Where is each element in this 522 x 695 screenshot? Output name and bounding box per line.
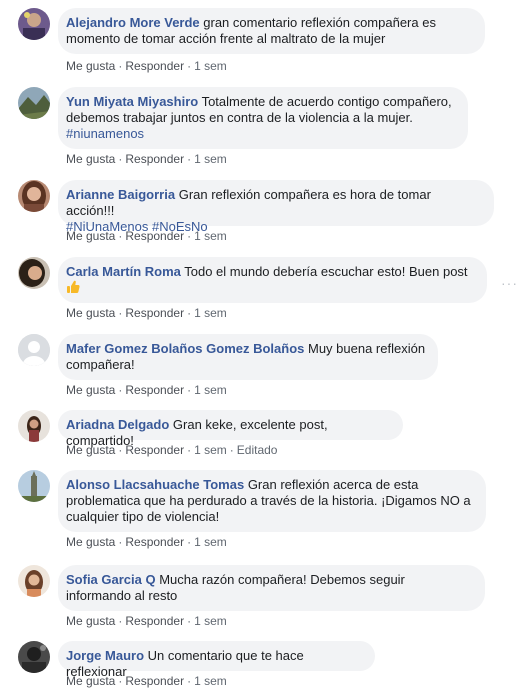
comment-author[interactable]: Alonso Llacsahuache Tomas	[66, 477, 244, 492]
comment-author[interactable]: Yun Miyata Miyashiro	[66, 94, 198, 109]
comment-bubble: Yun Miyata Miyashiro Totalmente de acuer…	[58, 87, 468, 149]
comment-actions: Me gusta · Responder · 1 sem	[66, 228, 227, 244]
like-link[interactable]: Me gusta	[66, 306, 115, 320]
like-link[interactable]: Me gusta	[66, 383, 115, 397]
separator-dot: ·	[187, 443, 192, 457]
reply-link[interactable]: Responder	[125, 674, 184, 688]
avatar[interactable]	[18, 470, 50, 502]
comment-timestamp[interactable]: 1 sem	[194, 383, 227, 397]
like-link[interactable]: Me gusta	[66, 614, 115, 628]
comment-timestamp[interactable]: 1 sem	[194, 674, 227, 688]
avatar[interactable]	[18, 641, 50, 673]
separator-dot: ·	[118, 443, 123, 457]
like-link[interactable]: Me gusta	[66, 152, 115, 166]
comment-bubble: Mafer Gomez Bolaños Gomez Bolaños Muy bu…	[58, 334, 438, 380]
avatar[interactable]	[18, 410, 50, 442]
separator-dot: ·	[187, 535, 192, 549]
comment-timestamp[interactable]: 1 sem	[194, 614, 227, 628]
more-options-icon[interactable]: ···	[501, 275, 518, 291]
like-link[interactable]: Me gusta	[66, 229, 115, 243]
reply-link[interactable]: Responder	[125, 614, 184, 628]
avatar[interactable]	[18, 87, 50, 119]
comment-bubble: Alejandro More Verde gran comentario ref…	[58, 8, 485, 54]
comment-hashtag[interactable]: #niunamenos	[66, 126, 144, 141]
edited-label: Editado	[236, 443, 278, 457]
separator-dot: ·	[187, 229, 192, 243]
comment-text: Todo el mundo debería escuchar esto! Bue…	[180, 264, 468, 279]
separator-dot: ·	[118, 674, 123, 688]
avatar[interactable]	[18, 565, 50, 597]
comment-actions: Me gusta · Responder · 1 sem	[66, 58, 227, 74]
reply-link[interactable]: Responder	[125, 383, 184, 397]
thumbs-up-icon	[66, 280, 80, 294]
comment-bubble: Arianne Baigorria Gran reflexión compañe…	[58, 180, 494, 234]
comment-bubble: Sofia Garcia Q Mucha razón compañera! De…	[58, 565, 485, 611]
comment-author[interactable]: Carla Martín Roma	[66, 264, 181, 279]
like-link[interactable]: Me gusta	[66, 59, 115, 73]
comment-actions: Me gusta · Responder · 1 sem	[66, 305, 227, 321]
separator-dot: ·	[118, 59, 123, 73]
like-link[interactable]: Me gusta	[66, 535, 115, 549]
comment-actions: Me gusta · Responder · 1 sem	[66, 151, 227, 167]
separator-dot: ·	[187, 674, 192, 688]
comment-actions: Me gusta · Responder · 1 sem · Editado	[66, 442, 277, 458]
avatar[interactable]	[18, 334, 50, 366]
separator-dot: ·	[118, 229, 123, 243]
separator-dot: ·	[118, 614, 123, 628]
separator-dot: ·	[118, 152, 123, 166]
comment-bubble: Jorge Mauro Un comentario que te hace re…	[58, 641, 375, 679]
avatar[interactable]	[18, 180, 50, 212]
avatar[interactable]	[18, 257, 50, 289]
comment-timestamp[interactable]: 1 sem	[194, 59, 227, 73]
comment-author[interactable]: Arianne Baigorria	[66, 187, 175, 202]
like-link[interactable]: Me gusta	[66, 443, 115, 457]
separator-dot: ·	[187, 59, 192, 73]
reply-link[interactable]: Responder	[125, 152, 184, 166]
comment-actions: Me gusta · Responder · 1 sem	[66, 382, 227, 398]
comment-timestamp[interactable]: 1 sem	[194, 229, 227, 243]
separator-dot: ·	[187, 383, 192, 397]
comment-timestamp[interactable]: 1 sem	[194, 443, 227, 457]
reply-link[interactable]: Responder	[125, 306, 184, 320]
comment-actions: Me gusta · Responder · 1 sem	[66, 613, 227, 629]
comment-bubble: Carla Martín Roma Todo el mundo debería …	[58, 257, 487, 303]
comment-actions: Me gusta · Responder · 1 sem	[66, 534, 227, 550]
comment-author[interactable]: Alejandro More Verde	[66, 15, 200, 30]
reply-link[interactable]: Responder	[125, 535, 184, 549]
separator-dot: ·	[118, 306, 123, 320]
avatar[interactable]	[18, 8, 50, 40]
reply-link[interactable]: Responder	[125, 443, 184, 457]
separator-dot: ·	[187, 614, 192, 628]
comment-timestamp[interactable]: 1 sem	[194, 152, 227, 166]
comment-author[interactable]: Jorge Mauro	[66, 648, 144, 663]
comment-author[interactable]: Mafer Gomez Bolaños Gomez Bolaños	[66, 341, 304, 356]
separator-dot: ·	[118, 383, 123, 397]
reply-link[interactable]: Responder	[125, 229, 184, 243]
comment-actions: Me gusta · Responder · 1 sem	[66, 673, 227, 689]
separator-dot: ·	[118, 535, 123, 549]
separator-dot: ·	[187, 152, 192, 166]
comment-author[interactable]: Sofia Garcia Q	[66, 572, 156, 587]
comment-timestamp[interactable]: 1 sem	[194, 535, 227, 549]
comment-timestamp[interactable]: 1 sem	[194, 306, 227, 320]
separator-dot: ·	[229, 443, 234, 457]
comment-bubble: Alonso Llacsahuache Tomas Gran reflexión…	[58, 470, 486, 532]
comment-bubble: Ariadna Delgado Gran keke, excelente pos…	[58, 410, 403, 448]
separator-dot: ·	[187, 306, 192, 320]
comment-author[interactable]: Ariadna Delgado	[66, 417, 169, 432]
reply-link[interactable]: Responder	[125, 59, 184, 73]
like-link[interactable]: Me gusta	[66, 674, 115, 688]
